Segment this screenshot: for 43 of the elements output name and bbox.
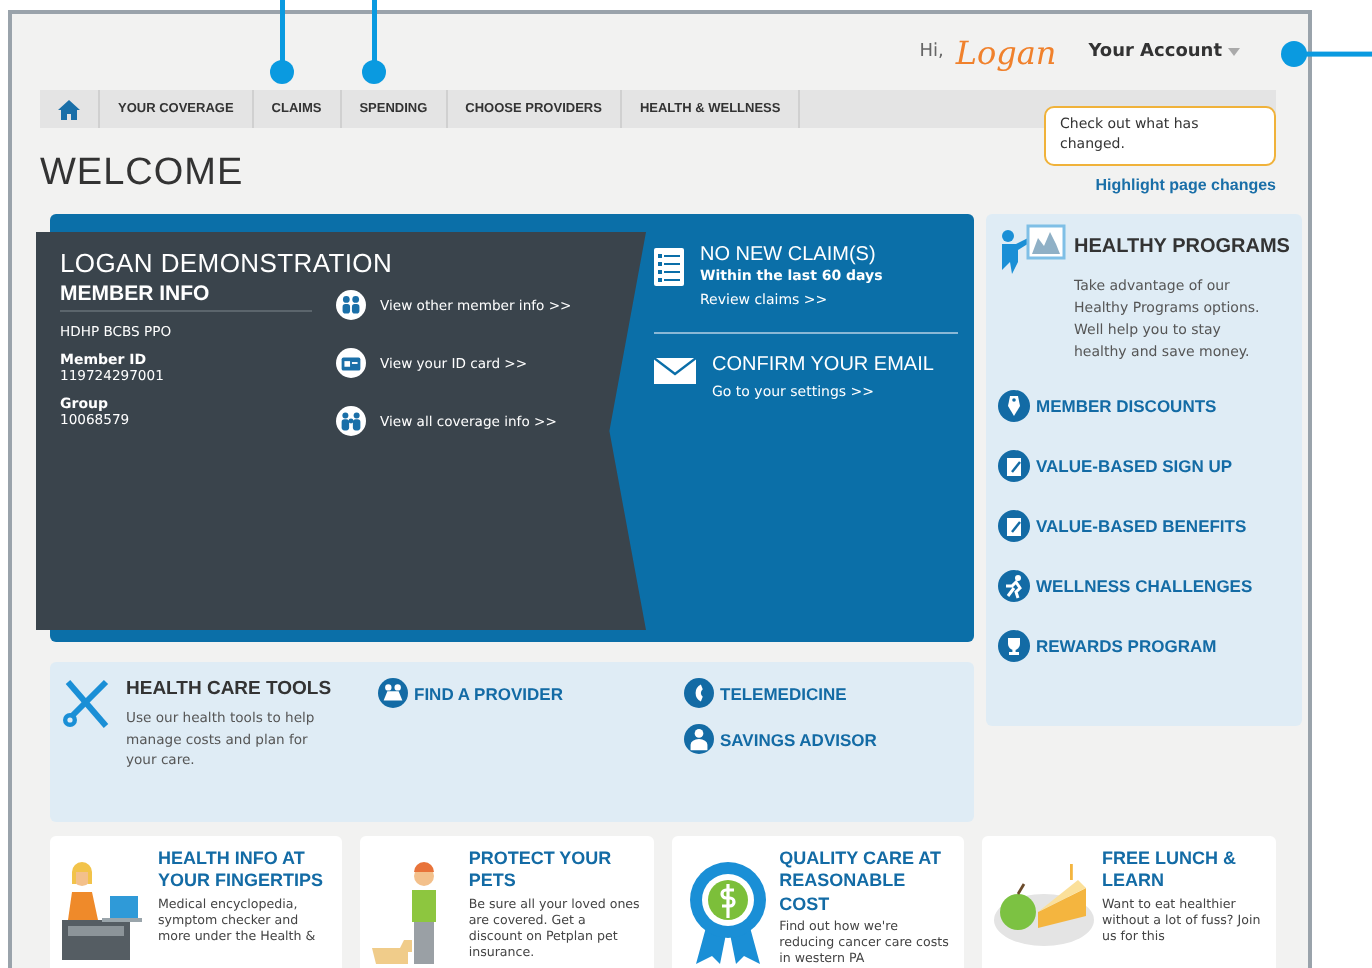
presentation-icon — [998, 224, 1066, 276]
greeting-text: Hi, — [919, 42, 944, 62]
callout-marker-icon — [1280, 40, 1372, 68]
tool-link[interactable]: TELEMEDICINE — [684, 678, 962, 708]
person-icon — [684, 724, 714, 754]
trophy-icon — [998, 630, 1030, 663]
tool-link[interactable]: SAVINGS ADVISOR — [684, 724, 962, 754]
promo-title: FREE LUNCH & LEARN — [1101, 848, 1238, 893]
program-link[interactable]: MEMBER DISCOUNTS — [998, 390, 1290, 423]
people-icon — [378, 678, 408, 708]
alert-title: NO NEW CLAIM(S) — [700, 244, 878, 266]
promo-title: HEALTH INFO AT YOUR FINGERTIPS — [158, 848, 326, 893]
apple-cake-drawing — [993, 860, 1094, 948]
promo-title: PROTECT YOUR PETS — [468, 848, 614, 893]
program-link[interactable]: VALUE-BASED BENEFITS — [998, 510, 1290, 543]
section-heading: MEMBER INFO — [60, 278, 312, 312]
tool-link[interactable]: FIND A PROVIDER — [378, 678, 656, 708]
runner-icon — [998, 570, 1030, 603]
program-link[interactable]: WELLNESS CHALLENGES — [998, 570, 1290, 603]
program-link[interactable]: REWARDS PROGRAM — [998, 630, 1290, 663]
highlight-link[interactable]: Highlight page changes — [1095, 175, 1276, 194]
clipboard-icon — [998, 450, 1030, 483]
caret-icon — [1228, 48, 1240, 56]
page-title: WELCOME — [40, 152, 244, 196]
clipboard-icon — [998, 510, 1030, 543]
id-card-icon — [336, 348, 366, 378]
program-link[interactable]: VALUE-BASED SIGN UP — [998, 450, 1290, 483]
people-icon — [336, 290, 366, 320]
callout-marker-icon — [362, 0, 386, 84]
programs-title: HEALTHY PROGRAMS — [1074, 236, 1290, 258]
phone-icon — [684, 678, 714, 708]
home-icon — [58, 99, 80, 119]
account-menu[interactable]: Your Account — [1088, 42, 1240, 62]
user-name: Logan — [955, 33, 1057, 71]
callout-marker-icon — [270, 0, 294, 84]
tools-title: HEALTH CARE TOOLS — [126, 678, 334, 703]
alert-title: CONFIRM YOUR EMAIL — [712, 354, 934, 376]
member-name: LOGAN DEMONSTRATION — [60, 248, 395, 278]
envelope-icon — [654, 358, 696, 384]
people-icon — [336, 406, 366, 436]
tools-icon — [62, 678, 110, 730]
promo-title: QUALITY CARE AT REASONABLE COST — [779, 848, 943, 916]
document-icon — [654, 248, 684, 286]
